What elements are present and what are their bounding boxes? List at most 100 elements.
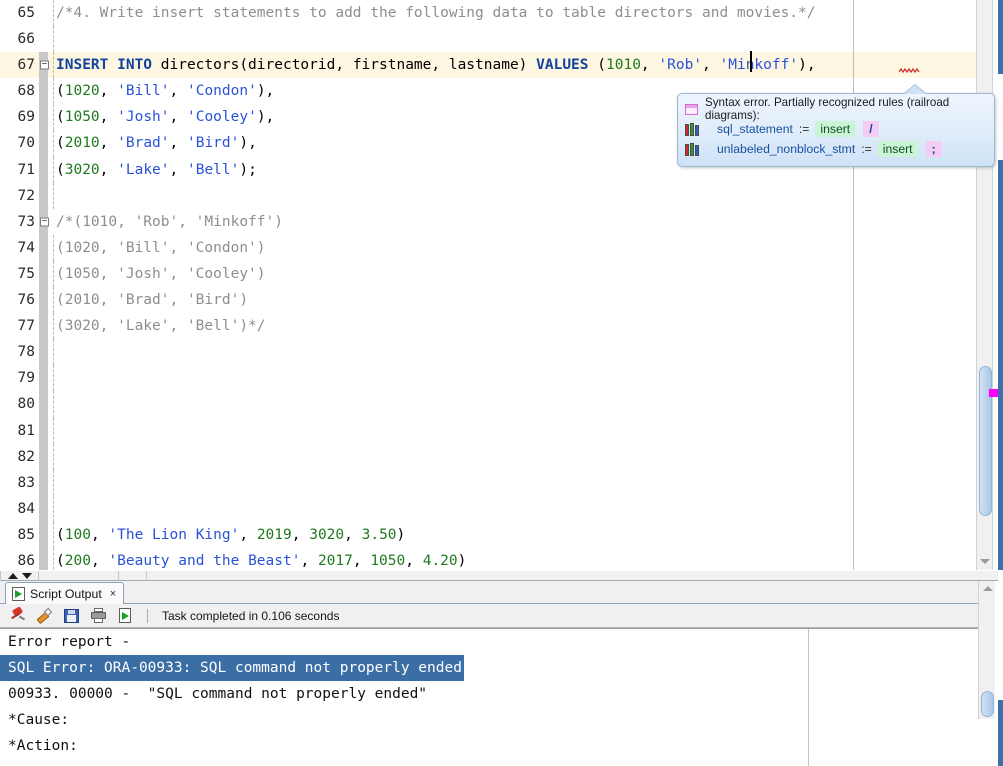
indent-guide: [53, 547, 54, 570]
code-token: 2010: [64, 135, 100, 152]
tab-script-output[interactable]: Script Output ×: [5, 582, 125, 604]
code-token: (: [56, 526, 65, 543]
code-text: (1050, 'Josh', 'Cooley'): [56, 261, 266, 287]
output-line-selected[interactable]: SQL Error: ORA-00933: SQL command not pr…: [0, 655, 464, 681]
code-token: (2010, 'Brad', 'Bird'): [56, 292, 249, 309]
line-number: 85: [17, 526, 35, 543]
gutter-bar: [39, 417, 48, 444]
code-line[interactable]: 77 (3020, 'Lake', 'Bell')*/: [0, 313, 976, 340]
rule-token: insert: [815, 121, 856, 137]
editor-vertical-scrollbar[interactable]: [976, 0, 993, 570]
pin-icon[interactable]: [8, 606, 27, 625]
indent-guide: [53, 365, 54, 392]
code-token: 'Bell': [186, 161, 240, 178]
code-line[interactable]: 72: [0, 182, 976, 209]
line-number: 73: [17, 213, 35, 230]
indent-guide: [53, 104, 54, 131]
code-text: (1020, 'Bill', 'Condon'): [56, 235, 266, 261]
close-icon[interactable]: ×: [110, 588, 116, 600]
code-line[interactable]: 82: [0, 443, 976, 470]
output-scrollbar-thumb[interactable]: [981, 691, 994, 717]
code-line[interactable]: 66: [0, 26, 976, 53]
code-line[interactable]: 78: [0, 339, 976, 366]
line-number: 68: [17, 83, 35, 100]
panel-splitter[interactable]: [0, 570, 1003, 582]
gutter-bar: [39, 547, 48, 570]
scroll-down-arrow-icon[interactable]: [980, 559, 990, 564]
triangle-up-icon[interactable]: [8, 573, 18, 579]
output-line[interactable]: Error report -: [0, 629, 1003, 655]
indent-guide: [53, 130, 54, 157]
code-line[interactable]: 73−/*(1010, 'Rob', 'Minkoff'): [0, 208, 976, 235]
rule-assign: :=: [861, 142, 872, 156]
code-token: (1050, 'Josh', 'Cooley'): [56, 265, 266, 282]
output-vertical-scrollbar[interactable]: [978, 581, 995, 719]
output-line[interactable]: *Action:: [0, 733, 1003, 759]
eraser-icon[interactable]: [35, 606, 54, 625]
line-number: 86: [17, 552, 35, 569]
window-pink-icon: [685, 103, 705, 115]
triangle-down-icon[interactable]: [22, 573, 32, 579]
code-token: ): [457, 552, 467, 569]
code-line[interactable]: 67− INSERT INTO directors(directorid, fir…: [0, 52, 976, 79]
line-number: 82: [17, 448, 35, 465]
output-text-area[interactable]: Error report - SQL Error: ORA-00933: SQL …: [0, 628, 1003, 766]
indent-guide: [53, 182, 54, 209]
code-token: INSERT INTO: [56, 57, 153, 74]
print-icon[interactable]: [89, 606, 108, 625]
task-status-text: Task completed in 0.106 seconds: [162, 608, 340, 623]
code-line[interactable]: 75 (1050, 'Josh', 'Cooley'): [0, 260, 976, 288]
line-number: 78: [17, 344, 35, 361]
gutter-bar: [39, 469, 48, 496]
code-fold-toggle[interactable]: −: [40, 217, 49, 227]
code-line[interactable]: 65 /*4. Write insert statements to add th…: [0, 0, 976, 27]
line-number: 65: [17, 5, 35, 21]
line-number: 74: [17, 239, 35, 256]
code-line[interactable]: 80: [0, 391, 976, 418]
code-token: ,: [90, 526, 109, 543]
code-line[interactable]: 86 (200, 'Beauty and the Beast', 2017, 10…: [0, 547, 976, 570]
sql-developer-window: 65 /*4. Write insert statements to add th…: [0, 0, 1003, 766]
line-number: 81: [17, 422, 35, 439]
code-line[interactable]: 83: [0, 469, 976, 496]
code-token: (: [56, 135, 65, 152]
code-token: ,: [99, 83, 118, 100]
gutter-bar: [39, 182, 48, 209]
save-icon[interactable]: [62, 606, 81, 625]
code-text-area[interactable]: 65 /*4. Write insert statements to add th…: [0, 0, 976, 570]
code-token: 1020: [64, 83, 100, 100]
scroll-up-arrow-icon[interactable]: [983, 586, 993, 591]
code-token: ),: [256, 83, 275, 100]
output-line[interactable]: *Cause:: [0, 707, 1003, 733]
code-token: 'Beauty and the Beast': [108, 552, 301, 569]
syntax-error-tooltip: Syntax error. Partially recognized rules…: [677, 85, 995, 167]
code-line[interactable]: 85 (100, 'The Lion King', 2019, 3020, 3.5…: [0, 521, 976, 548]
gutter-bar: [39, 495, 48, 522]
code-token: ,: [99, 109, 118, 126]
code-line[interactable]: 79: [0, 365, 976, 392]
line-number: 70: [17, 135, 35, 152]
gutter-bar: [39, 156, 48, 183]
code-token: 3.50: [361, 526, 397, 543]
code-token: ,: [344, 526, 362, 543]
code-line[interactable]: 81: [0, 417, 976, 444]
text-caret: [750, 51, 752, 72]
code-token: 'Brad': [117, 135, 170, 152]
run-script-icon[interactable]: [116, 606, 135, 625]
sql-worksheet-editor[interactable]: 65 /*4. Write insert statements to add th…: [0, 0, 1003, 570]
code-line[interactable]: 84: [0, 495, 976, 522]
line-number: 76: [17, 292, 35, 309]
code-line[interactable]: 76 (2010, 'Brad', 'Bird'): [0, 287, 976, 314]
gutter-bar: [39, 0, 48, 26]
code-line[interactable]: 74 (1020, 'Bill', 'Condon'): [0, 234, 976, 261]
output-line[interactable]: 00933. 00000 - "SQL command not properly…: [0, 681, 1003, 707]
tooltip-rule-row: unlabeled_nonblock_stmt := insert ;: [685, 139, 987, 159]
code-token: 3020: [64, 161, 100, 178]
code-token: ,: [169, 83, 187, 100]
code-token: ,: [300, 552, 318, 569]
code-fold-toggle[interactable]: −: [40, 60, 49, 70]
tooltip-header-row: Syntax error. Partially recognized rules…: [685, 96, 987, 122]
tooltip-rule-row: sql_statement := insert /: [685, 119, 987, 139]
code-text: (1050, 'Josh', 'Cooley'),: [56, 104, 274, 130]
indent-guide: [53, 443, 54, 470]
